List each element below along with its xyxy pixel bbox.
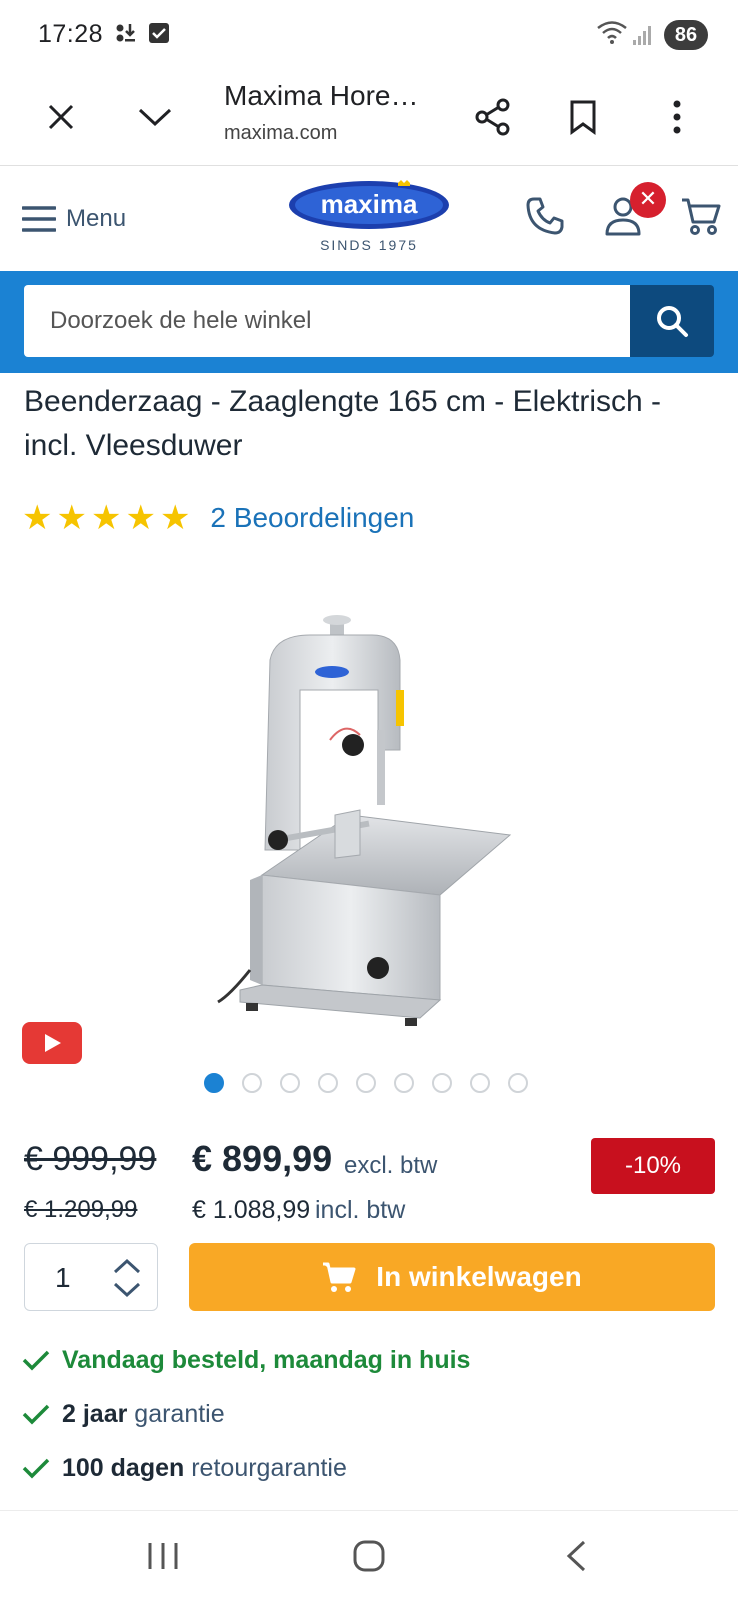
share-icon xyxy=(475,98,510,136)
close-icon xyxy=(48,104,74,130)
stepper-arrows-icon[interactable] xyxy=(109,1254,145,1302)
excl-vat-label: excl. btw xyxy=(344,1152,438,1179)
product-image-carousel[interactable] xyxy=(0,590,738,1070)
site-logo[interactable]: maxima SINDS 1975 xyxy=(286,179,452,261)
carousel-dot[interactable] xyxy=(242,1073,262,1093)
star-icon: ★ xyxy=(125,499,156,537)
download-notification-icon xyxy=(114,22,138,51)
home-button[interactable] xyxy=(339,1531,399,1581)
status-time: 17:28 xyxy=(38,20,104,48)
phone-button[interactable] xyxy=(520,191,570,241)
back-button[interactable] xyxy=(546,1531,606,1581)
site-header: Menu maxima SINDS 1975 ✕ xyxy=(0,167,738,271)
add-to-cart-button[interactable]: In winkelwagen xyxy=(189,1243,715,1311)
back-icon xyxy=(566,1540,586,1572)
product-rating: ★ ★ ★ ★ ★ 2 Beoordelingen xyxy=(22,498,414,538)
carousel-dot[interactable] xyxy=(394,1073,414,1093)
browser-toolbar: Maxima Hore… maxima.com xyxy=(0,68,738,166)
page-url: maxima.com xyxy=(224,122,338,144)
battery-indicator: 86 xyxy=(664,20,708,50)
carousel-dot[interactable] xyxy=(470,1073,490,1093)
search-input[interactable] xyxy=(24,285,630,357)
carousel-dots xyxy=(204,1073,546,1093)
logo-tagline: SINDS 1975 xyxy=(320,237,418,253)
add-to-cart-label: In winkelwagen xyxy=(376,1261,582,1292)
star-icon: ★ xyxy=(22,499,53,537)
search-icon xyxy=(657,306,688,337)
old-price-incl: € 1.209,99 xyxy=(24,1196,138,1223)
more-options-button[interactable] xyxy=(650,90,704,144)
home-icon xyxy=(353,1540,385,1572)
cart-header-button[interactable] xyxy=(676,191,726,241)
price-incl: € 1.088,99 xyxy=(192,1196,311,1224)
chevron-down-icon xyxy=(138,108,172,127)
discount-badge: -10% xyxy=(591,1138,715,1194)
price-excl: € 899,99 xyxy=(192,1138,333,1179)
more-vertical-icon xyxy=(673,100,681,134)
usp-delivery: Vandaag besteld, maandag in huis xyxy=(22,1340,470,1380)
page-title: Maxima Hore… xyxy=(224,80,419,111)
checkbox-notification-icon xyxy=(148,22,170,49)
bookmark-button[interactable] xyxy=(556,90,610,144)
bookmark-icon xyxy=(570,100,596,135)
usp-return-text: retourgarantie xyxy=(191,1453,347,1482)
incl-vat-label: incl. btw xyxy=(315,1196,406,1224)
search-bar xyxy=(0,271,738,373)
check-icon xyxy=(22,1350,50,1371)
check-icon xyxy=(22,1458,50,1479)
minimize-button[interactable] xyxy=(128,90,182,144)
carousel-dot[interactable] xyxy=(508,1073,528,1093)
usp-delivery-text: Vandaag besteld, maandag in huis xyxy=(62,1345,471,1374)
recent-apps-icon xyxy=(148,1543,178,1569)
account-status-badge: ✕ xyxy=(630,182,666,218)
wifi-icon xyxy=(596,20,628,51)
star-icon: ★ xyxy=(90,499,122,537)
phone-icon xyxy=(526,197,564,235)
video-button[interactable] xyxy=(22,1022,82,1064)
star-icon: ★ xyxy=(159,499,191,537)
carousel-dot[interactable] xyxy=(356,1073,376,1093)
usp-warranty: 2 jaar garantie xyxy=(22,1394,225,1434)
carousel-dot[interactable] xyxy=(318,1073,338,1093)
search-button[interactable] xyxy=(630,285,714,357)
play-icon xyxy=(45,1034,61,1052)
carousel-dot[interactable] xyxy=(204,1073,224,1093)
status-bar: 17:28 86 xyxy=(0,0,738,68)
usp-warranty-strong: 2 jaar xyxy=(62,1399,128,1428)
product-title: Beenderzaag - Zaaglengte 165 cm - Elektr… xyxy=(24,385,661,462)
reviews-link[interactable]: 2 Beoordelingen xyxy=(210,502,414,534)
system-nav-bar xyxy=(0,1510,738,1600)
product-image xyxy=(217,615,512,1026)
close-tab-button[interactable] xyxy=(34,90,88,144)
signal-icon xyxy=(632,24,652,51)
recent-apps-button[interactable] xyxy=(133,1531,193,1581)
usp-return: 100 dagen retourgarantie xyxy=(22,1448,347,1488)
quantity-value[interactable]: 1 xyxy=(55,1262,71,1294)
carousel-dot[interactable] xyxy=(432,1073,452,1093)
check-icon xyxy=(22,1404,50,1425)
carousel-dot[interactable] xyxy=(280,1073,300,1093)
logo-text: maxima xyxy=(321,189,418,219)
hamburger-icon xyxy=(22,206,56,232)
cart-icon xyxy=(323,1262,356,1292)
menu-label: Menu xyxy=(66,205,127,232)
usp-warranty-text: garantie xyxy=(134,1399,225,1428)
menu-button[interactable]: Menu xyxy=(22,197,126,241)
usp-return-strong: 100 dagen xyxy=(62,1453,185,1482)
share-button[interactable] xyxy=(466,90,520,144)
quantity-stepper[interactable]: 1 xyxy=(24,1243,158,1311)
cart-icon xyxy=(682,198,721,235)
old-price-excl: € 999,99 xyxy=(24,1140,157,1178)
star-icon: ★ xyxy=(56,499,87,537)
